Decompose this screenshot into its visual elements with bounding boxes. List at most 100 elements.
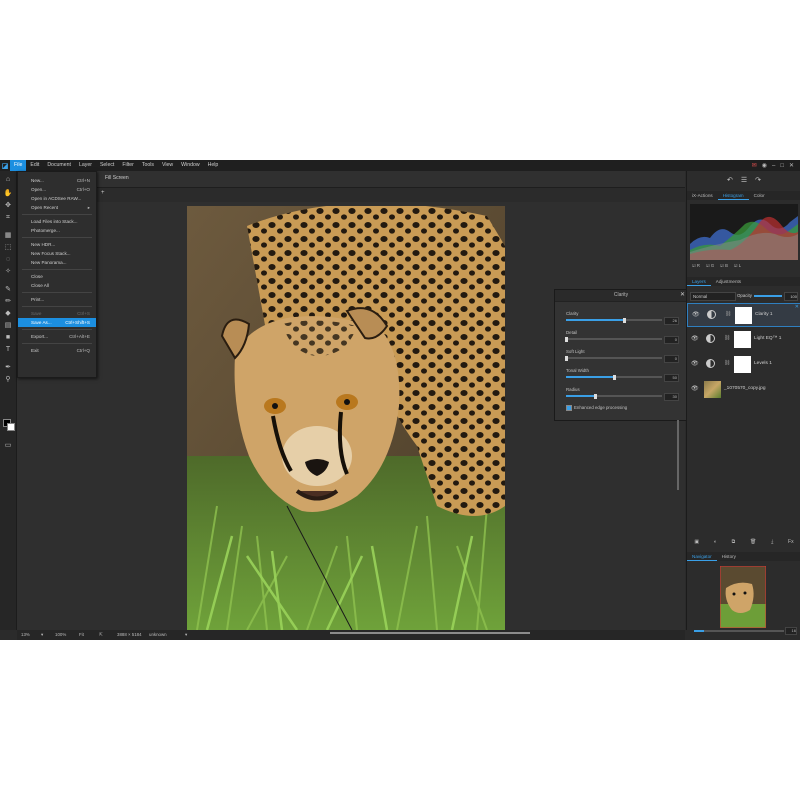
slider-track[interactable] bbox=[566, 393, 662, 399]
add-mask-icon[interactable]: ◐ bbox=[714, 539, 717, 545]
menu-view[interactable]: View bbox=[158, 160, 177, 171]
visibility-eye-icon[interactable]: 👁 bbox=[691, 335, 699, 342]
notification-icon[interactable]: ✉ bbox=[752, 162, 757, 169]
menu-help[interactable]: Help bbox=[204, 160, 223, 171]
clone-tool-icon[interactable]: ⚲ bbox=[3, 375, 13, 385]
close-window-icon[interactable]: ✕ bbox=[789, 162, 794, 169]
layer-mask-thumbnail[interactable] bbox=[734, 356, 751, 373]
background-color-swatch[interactable] bbox=[7, 423, 15, 431]
shape-tool-icon[interactable]: ■ bbox=[3, 333, 13, 343]
slider-value[interactable]: 26 bbox=[664, 317, 679, 325]
file-menu-item[interactable]: Exit Ctrl+Q bbox=[18, 346, 96, 355]
slider-track[interactable] bbox=[565, 355, 662, 361]
cheetah-image[interactable] bbox=[187, 206, 505, 630]
channel-l[interactable]: ☑ L bbox=[734, 263, 741, 268]
layer-row[interactable]: 👁 ⛓ Levels 1 bbox=[687, 353, 800, 377]
visibility-eye-icon[interactable]: 👁 bbox=[691, 385, 699, 392]
menu-window[interactable]: Window bbox=[177, 160, 203, 171]
menu-edit[interactable]: Edit bbox=[26, 160, 43, 171]
file-menu-item[interactable]: Photomerge... bbox=[18, 226, 96, 235]
move-tool-icon[interactable]: ✥ bbox=[3, 201, 13, 211]
marquee-tool-icon[interactable]: ⬚ bbox=[3, 243, 13, 253]
tab-adjustments[interactable]: Adjustments bbox=[711, 277, 746, 286]
text-tool-icon[interactable]: T bbox=[3, 345, 13, 355]
channel-r[interactable]: ☑ R bbox=[692, 263, 700, 268]
tab-histogram[interactable]: Histogram bbox=[717, 191, 749, 200]
magic-wand-icon[interactable]: ✧ bbox=[3, 267, 13, 277]
vertical-scrollbar[interactable] bbox=[677, 420, 679, 490]
duplicate-icon[interactable]: ⧉ bbox=[732, 539, 736, 545]
zoom-toggle-icon[interactable]: ⇱ bbox=[99, 630, 103, 640]
merge-icon[interactable]: ⤓ bbox=[771, 539, 773, 545]
menu-layer[interactable]: Layer bbox=[75, 160, 96, 171]
slider-value[interactable]: 0 bbox=[664, 355, 679, 363]
tab-layers[interactable]: Layers bbox=[687, 277, 711, 286]
enhanced-edge-checkbox[interactable]: Enhanced edge processing bbox=[566, 405, 627, 411]
file-menu-item[interactable]: Export... Ctrl+Alt+E bbox=[18, 332, 96, 341]
file-menu-item[interactable]: Close bbox=[18, 272, 96, 281]
eyedropper-icon[interactable]: ✒ bbox=[3, 363, 13, 373]
pencil-tool-icon[interactable]: ✏ bbox=[3, 297, 13, 307]
channel-g[interactable]: ☑ G bbox=[706, 263, 714, 268]
quick-mask-icon[interactable]: ▭ bbox=[3, 441, 13, 451]
layer-mask-thumbnail[interactable] bbox=[734, 331, 751, 348]
link-icon[interactable]: ⛓ bbox=[724, 360, 730, 366]
slider-value[interactable]: 50 bbox=[664, 374, 679, 382]
delete-layer-icon[interactable]: 🗑 bbox=[750, 539, 756, 545]
layer-row[interactable]: 👁 _1070570_copy.jpg bbox=[687, 378, 800, 402]
navigator-thumbnail[interactable] bbox=[720, 566, 766, 628]
channel-b[interactable]: ☑ B bbox=[720, 263, 728, 268]
status-dropdown-icon[interactable]: ▾ bbox=[185, 630, 187, 640]
tab-color[interactable]: Color bbox=[749, 191, 770, 200]
tab-navigator[interactable]: Navigator bbox=[687, 552, 717, 561]
redo-icon[interactable]: ↷ bbox=[755, 176, 761, 184]
navigator-zoom-slider[interactable] bbox=[694, 630, 784, 632]
slider-handle[interactable] bbox=[613, 374, 616, 380]
file-menu-item[interactable]: New HDR... bbox=[18, 240, 96, 249]
undo-icon[interactable]: ↶ bbox=[727, 176, 733, 184]
home-icon[interactable]: ⌂ bbox=[3, 175, 13, 185]
gradient-tool-icon[interactable]: ▤ bbox=[3, 321, 13, 331]
slider-value[interactable]: 0 bbox=[664, 336, 679, 344]
slider-value[interactable]: 30 bbox=[664, 393, 679, 401]
tab-ix-actions[interactable]: iX-Actions bbox=[687, 191, 718, 200]
slider-handle[interactable] bbox=[565, 336, 568, 342]
brush-tool-icon[interactable]: ✎ bbox=[3, 285, 13, 295]
maximize-icon[interactable]: □ bbox=[780, 163, 784, 169]
crop-tool-icon[interactable]: ⌗ bbox=[3, 213, 13, 223]
slider-handle[interactable] bbox=[565, 355, 568, 361]
file-menu-item[interactable]: New Focus Stack... bbox=[18, 249, 96, 258]
minimize-icon[interactable]: – bbox=[772, 163, 775, 169]
link-icon[interactable]: ⛓ bbox=[725, 311, 731, 317]
slider-track[interactable] bbox=[565, 336, 662, 342]
slider-track[interactable] bbox=[566, 374, 662, 380]
file-menu-item[interactable]: New Panorama... bbox=[18, 258, 96, 267]
menu-filter[interactable]: Filter bbox=[118, 160, 138, 171]
fill-tool-icon[interactable]: ◆ bbox=[3, 309, 13, 319]
menu-tools[interactable]: Tools bbox=[138, 160, 158, 171]
horizontal-scrollbar[interactable] bbox=[330, 632, 530, 634]
opacity-value[interactable]: 100 bbox=[784, 292, 798, 301]
tab-history[interactable]: History bbox=[717, 552, 741, 561]
menu-select[interactable]: Select bbox=[96, 160, 118, 171]
slider-handle[interactable] bbox=[622, 317, 626, 323]
file-menu-item[interactable]: Print... bbox=[18, 295, 96, 304]
zoom-100-button[interactable]: 100% bbox=[55, 630, 66, 640]
file-menu-item[interactable]: Open... Ctrl+O bbox=[18, 185, 96, 194]
hand-tool-icon[interactable]: ✋ bbox=[3, 189, 13, 199]
file-menu-item[interactable]: Close All bbox=[18, 281, 96, 290]
layer-row[interactable]: 👁 ⛓ Light EQ™ 1 bbox=[687, 328, 800, 352]
opacity-slider[interactable] bbox=[754, 295, 782, 297]
layer-mask-thumbnail[interactable] bbox=[735, 307, 752, 324]
zoom-level[interactable]: 13% bbox=[21, 630, 30, 640]
slider-track[interactable] bbox=[566, 317, 662, 323]
menu-document[interactable]: Document bbox=[43, 160, 75, 171]
zoom-dropdown-icon[interactable]: ▾ bbox=[41, 630, 43, 640]
file-menu-item[interactable]: Open Recent ▸ bbox=[18, 203, 96, 212]
slider-handle[interactable] bbox=[593, 393, 597, 399]
new-layer-icon[interactable]: ▣ bbox=[694, 539, 699, 545]
new-tab-icon[interactable]: + bbox=[101, 190, 105, 196]
menu-file[interactable]: File bbox=[10, 160, 27, 171]
blend-mode-select[interactable]: Normal bbox=[690, 292, 736, 301]
close-icon[interactable]: ✕ bbox=[680, 290, 685, 301]
